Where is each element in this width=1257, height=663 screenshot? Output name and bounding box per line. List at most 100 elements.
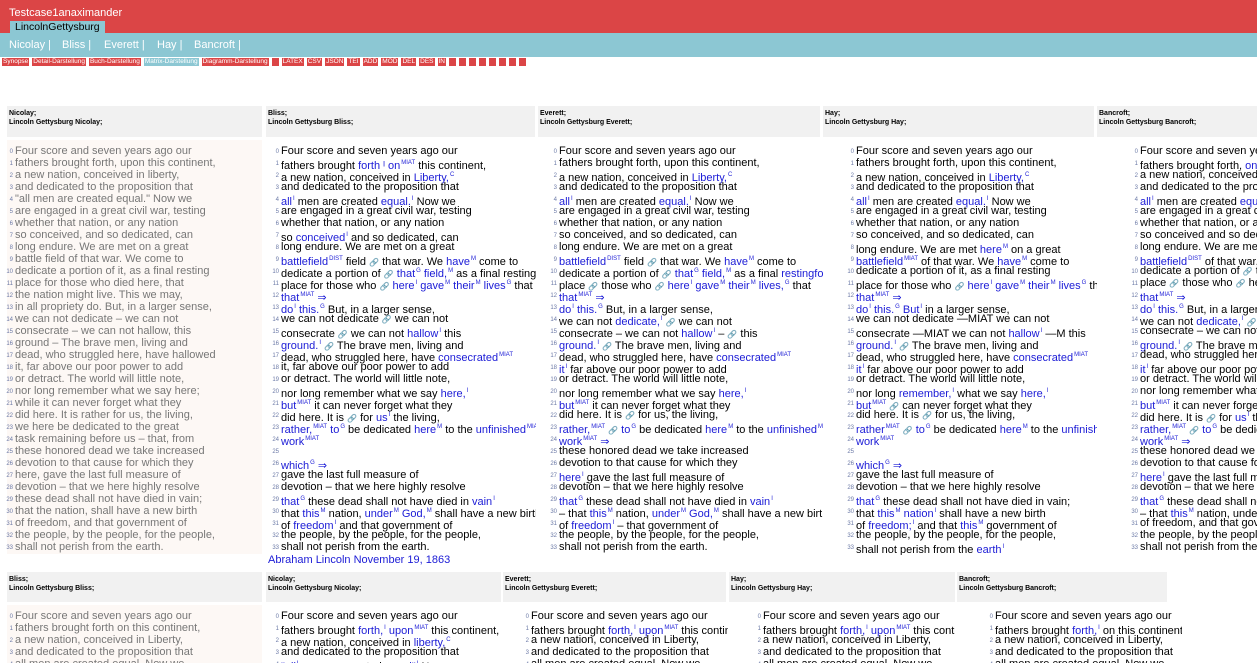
variant-word[interactable]: earth xyxy=(976,544,1001,555)
text-line: 19or detract. The world will little note… xyxy=(1127,373,1257,385)
variant-type-tag: DIST xyxy=(1188,256,1202,262)
variant-type-tag: M xyxy=(437,424,443,430)
toolbar-des-button[interactable]: DES xyxy=(419,58,435,66)
toolbar-icon-button[interactable] xyxy=(499,58,506,66)
variant-type-tag: C xyxy=(449,172,455,178)
text-line: 23rather,MIAT 🔗 toG be dedicated here to… xyxy=(1127,421,1257,436)
variant-type-tag: MIAT xyxy=(313,424,328,430)
text-line: 28devotion – that we here highly resolve xyxy=(1127,481,1257,493)
text-line: 4allI men are created equal.I Now we xyxy=(268,193,536,208)
text-line: 10 dedicate a portion of 🔗 thatG field,M … xyxy=(546,265,823,280)
toolbar-csv-button[interactable]: CSV xyxy=(306,58,323,66)
toolbar-tei-button[interactable]: TEI xyxy=(347,58,360,66)
toolbar-in-button[interactable]: IN xyxy=(437,58,446,66)
variant-type-tag: M xyxy=(448,268,454,274)
text-line: 33shall not perish from the earth. xyxy=(546,541,823,553)
text-line: 19or detract. The world will little note… xyxy=(268,373,536,385)
variant-type-tag: MIAT xyxy=(575,400,590,406)
variant-type-tag: MIAT xyxy=(297,400,312,406)
col-head-witness: Hay; xyxy=(825,110,841,117)
variant-type-tag: MIAT xyxy=(875,292,890,298)
nav-everett[interactable]: Everett | xyxy=(104,39,145,51)
text-line: 13 in all propriety do. But, in a larger … xyxy=(2,301,262,313)
text-line: 26devotion to that cause for which they xyxy=(2,457,262,469)
text-line: 7so conceived and so dedicated, can xyxy=(1127,229,1257,241)
text-line: 13 doI this.G ButI in a larger sense, xyxy=(843,301,1097,316)
toolbar-mod-button[interactable]: MOD xyxy=(381,58,399,66)
text-line: 20 nor long remember what we say here,I xyxy=(546,385,823,400)
toolbar-synopse-button[interactable]: Synopse xyxy=(2,58,30,66)
text-line: 3and dedicated to the proposition that xyxy=(268,181,536,193)
toolbar-icon-button[interactable] xyxy=(459,58,466,66)
text-line: 13doI this.G But, in a larger sense, xyxy=(546,301,823,316)
variant-type-tag: M xyxy=(393,508,399,514)
toolbar-json-button[interactable]: JSON xyxy=(325,58,345,66)
text-line: 28devotion – that we here highly resolve xyxy=(2,481,262,493)
text-line: 10dedicate a portion of 🔗 that field, as… xyxy=(1127,265,1257,277)
text-line: 28devotion – that we here highly resolve xyxy=(268,481,536,493)
text-line: 7 so conceived, and so dedicated, can xyxy=(843,229,1097,241)
toolbar-matrix-darstellung-button[interactable]: Matrix-Darstellung xyxy=(143,58,199,66)
text-line: 2a new nation, conceived in Liberty, xyxy=(518,634,728,646)
toolbar-icon-button[interactable] xyxy=(489,58,496,66)
toolbar-icon-button[interactable] xyxy=(519,58,526,66)
nav-bancroft[interactable]: Bancroft | xyxy=(194,39,241,51)
variant-link-icon[interactable]: 🔗 xyxy=(922,411,932,420)
variant-type-tag: I xyxy=(1002,544,1005,550)
toolbar-icon-button[interactable] xyxy=(271,58,279,66)
col-head-bliss: Bliss; Lincoln Gettysburg Bliss; xyxy=(266,106,535,137)
variant-type-tag: I xyxy=(334,520,337,526)
text-col-bancroft: 0Four score and seven years ago our1fath… xyxy=(1127,145,1257,555)
text-line: 4all men are created equal. Now we xyxy=(982,658,1182,663)
toolbar-icon-button[interactable] xyxy=(469,58,476,66)
toolbar-del-button[interactable]: DEL xyxy=(401,58,417,66)
text-line: 25these honored dead we take increased xyxy=(1127,445,1257,457)
text-line: 22 did here. It is 🔗 for us, the living, xyxy=(546,409,823,421)
text-line: 14we can not dedicate,I 🔗 we can not xyxy=(546,313,823,328)
toolbar-add-button[interactable]: ADD xyxy=(362,58,379,66)
toolbar-latex-button[interactable]: LATEX xyxy=(281,58,304,66)
nav-nicolay[interactable]: Nicolay | xyxy=(9,39,51,51)
text-line: 21butMIAT it can never forget what they xyxy=(546,397,823,412)
variant-link-icon[interactable]: 🔗 xyxy=(1169,279,1179,288)
text-line: 14 we can not dedicate 🔗 we can not xyxy=(268,313,536,325)
toolbar-diagramm-darstellung-button[interactable]: Diagramm-Darstellung xyxy=(201,58,269,66)
variant-type-tag: M xyxy=(713,508,719,514)
text-line: 11 place for those who died here, that xyxy=(2,277,262,289)
text-line: 19or detract. The world will little note… xyxy=(2,373,262,385)
text-line: 12 thatMIAT ⇒ xyxy=(268,289,536,304)
text-line: 25these honored dead we take increased xyxy=(546,445,823,457)
text-line: 2a new nation, conceived in Liberty, xyxy=(750,634,955,646)
variant-link-icon[interactable]: 🔗 xyxy=(1243,267,1253,276)
tab-lincoln-gettysburg[interactable]: LincolnGettysburg xyxy=(10,21,105,33)
variant-type-tag: G xyxy=(631,424,637,430)
text-line: 22did here. It is 🔗 for usI the living, xyxy=(1127,409,1257,424)
variant-link-icon[interactable]: 🔗 xyxy=(382,315,392,324)
variant-type-tag: I xyxy=(869,304,871,310)
b-text-col-nicolay: 0 Four score and seven years ago our 1 fath… xyxy=(268,610,501,663)
text-line: 18 it, far above our poor power to add xyxy=(268,361,536,373)
text-line: 33shall not perish from the earth. xyxy=(2,541,262,553)
variant-type-tag: MIAT xyxy=(664,625,679,631)
toolbar-buch-darstellung-button[interactable]: Buch-Darstellung xyxy=(88,58,141,66)
toolbar-icon-button[interactable] xyxy=(449,58,456,66)
text-line: 11place 🔗 those who 🔗 here gave their li… xyxy=(1127,277,1257,289)
variant-link-icon[interactable]: 🔗 xyxy=(625,411,635,420)
text-line: 9 battlefieldDIST field 🔗 that war. We ha… xyxy=(268,253,536,268)
text-line: 1 fathers brought forth,I uponMIAT this c… xyxy=(518,622,728,637)
variant-type-tag: I xyxy=(990,280,993,286)
text-col-everett: 0 Four score and seven years ago our 1 fath… xyxy=(546,145,823,555)
toolbar-icon-button[interactable] xyxy=(509,58,516,66)
nav-hay[interactable]: Hay | xyxy=(157,39,182,51)
variant-link-icon[interactable]: 🔗 xyxy=(1236,279,1246,288)
toolbar-detail-darstellung-button[interactable]: Detail-Darstellung xyxy=(32,58,86,66)
col-head-title: Lincoln Gettysburg Bliss; xyxy=(9,585,95,592)
toolbar-icon-button[interactable] xyxy=(479,58,486,66)
text-line: 6whether that nation, or any nation xyxy=(2,217,262,229)
nav-bliss[interactable]: Bliss | xyxy=(62,39,91,51)
text-line: 1 fathers brought forth,I uponMIAT this c… xyxy=(750,622,955,637)
variant-type-tag: M xyxy=(607,508,613,514)
col-head-witness: Hay; xyxy=(731,576,747,583)
b-col-head-hay: Hay; Lincoln Gettysburg Hay; xyxy=(729,572,955,602)
b-text-col-bancroft: 0 Four score and seven years ago our 1 fath… xyxy=(982,610,1182,663)
